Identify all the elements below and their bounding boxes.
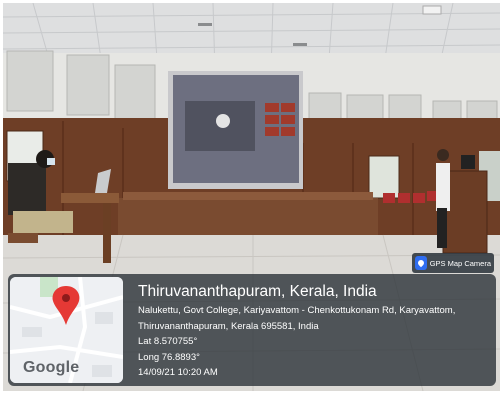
- latitude: Lat 8.570755°: [138, 336, 198, 347]
- presenter-table-legs: [103, 203, 111, 263]
- location-info: Thiruvananthapuram, Kerala, India Naluke…: [138, 282, 455, 381]
- speaker-body: [436, 163, 450, 211]
- right-window: [368, 155, 400, 199]
- map-thumbnail: Google: [10, 277, 123, 383]
- address-line-2: Thiruvananthapuram, Kerala 695581, India: [138, 320, 319, 332]
- seated-person-mask: [47, 158, 55, 165]
- speaker-head: [437, 149, 449, 161]
- laptop-on-podium: [461, 155, 475, 169]
- timestamp: 14/09/21 10:20 AM: [138, 367, 218, 378]
- google-logo: Google: [23, 359, 80, 376]
- speaker-legs: [437, 208, 447, 248]
- seated-person-shirt: [8, 163, 46, 215]
- location-pin-icon: [415, 256, 427, 270]
- location-title: Thiruvananthapuram, Kerala, India: [138, 283, 377, 300]
- stage: [118, 198, 378, 240]
- badge-label: GPS Map Camera: [429, 258, 491, 268]
- address-line-1: Nalukettu, Govt College, Kariyavattom - …: [138, 305, 456, 316]
- longitude: Long 76.8893°: [138, 351, 200, 363]
- presenter-table: [61, 193, 119, 203]
- participant-avatar: [216, 114, 230, 128]
- seated-person-legs: [13, 211, 73, 233]
- chair: [8, 233, 38, 243]
- gps-map-camera-badge: GPS Map Camera: [412, 253, 494, 273]
- stage-table: [123, 192, 373, 200]
